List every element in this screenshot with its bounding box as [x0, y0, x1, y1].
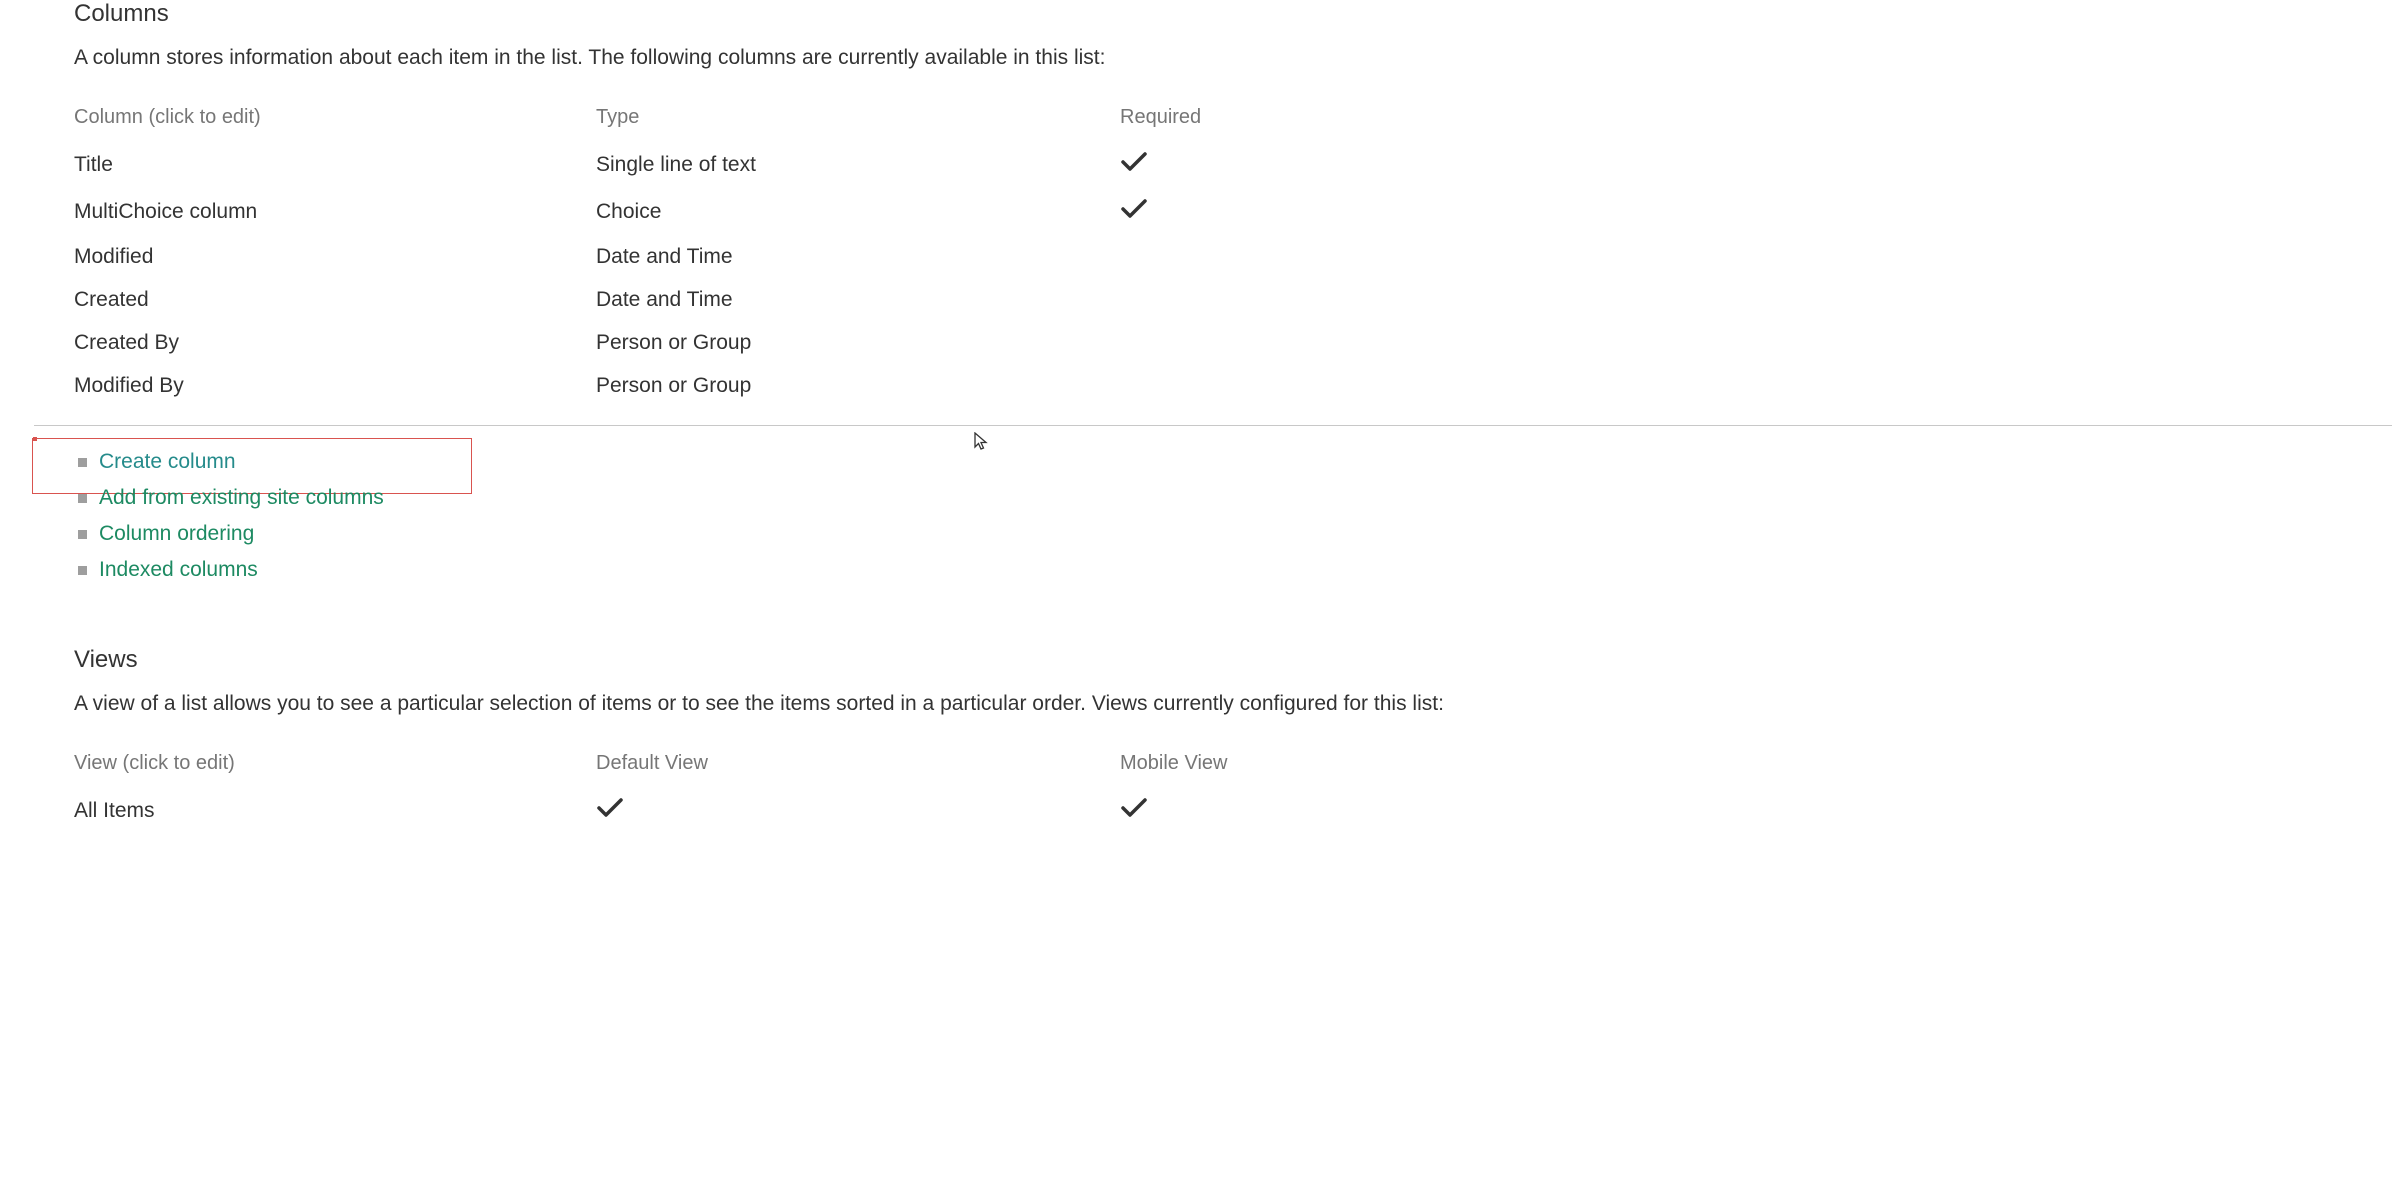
- column-name-link[interactable]: Title: [74, 153, 113, 176]
- action-item: Indexed columns: [74, 552, 2392, 588]
- views-header-mobile: Mobile View: [1120, 746, 2392, 789]
- columns-header-name: Column (click to edit): [74, 100, 596, 143]
- action-link[interactable]: Indexed columns: [99, 558, 258, 582]
- action-item: Create column: [74, 444, 2392, 480]
- column-name-link[interactable]: MultiChoice column: [74, 200, 257, 223]
- checkmark-icon: [1120, 801, 1148, 824]
- column-type-cell: Person or Group: [596, 366, 1120, 409]
- table-row: Created Date and Time: [74, 280, 2392, 323]
- views-table: View (click to edit) Default View Mobile…: [74, 746, 2392, 836]
- checkmark-icon: [1120, 155, 1148, 178]
- column-name-link[interactable]: Created By: [74, 331, 179, 354]
- column-type-cell: Single line of text: [596, 143, 1120, 190]
- bullet-icon: [78, 530, 87, 539]
- column-required-cell: [1120, 323, 2392, 366]
- section-divider: [34, 425, 2392, 426]
- columns-actions-list: Create column Add from existing site colu…: [74, 444, 2392, 588]
- columns-section-title: Columns: [74, 0, 2392, 28]
- table-row: Modified By Person or Group: [74, 366, 2392, 409]
- action-link[interactable]: Create column: [99, 450, 236, 474]
- action-link[interactable]: Add from existing site columns: [99, 486, 384, 510]
- column-required-cell: [1120, 237, 2392, 280]
- action-link[interactable]: Column ordering: [99, 522, 254, 546]
- bullet-icon: [78, 458, 87, 467]
- column-type-cell: Choice: [596, 190, 1120, 237]
- column-required-cell: [1120, 366, 2392, 409]
- bullet-icon: [78, 494, 87, 503]
- column-required-cell: [1120, 190, 2392, 237]
- column-type-cell: Person or Group: [596, 323, 1120, 366]
- view-mobile-cell: [1120, 789, 2392, 836]
- table-row: MultiChoice column Choice: [74, 190, 2392, 237]
- action-item: Column ordering: [74, 516, 2392, 552]
- view-name-link[interactable]: All Items: [74, 799, 155, 822]
- table-row: Modified Date and Time: [74, 237, 2392, 280]
- column-name-link[interactable]: Modified By: [74, 374, 184, 397]
- column-required-cell: [1120, 280, 2392, 323]
- view-default-cell: [596, 789, 1120, 836]
- columns-header-required: Required: [1120, 100, 2392, 143]
- table-row: Title Single line of text: [74, 143, 2392, 190]
- views-section-description: A view of a list allows you to see a par…: [74, 692, 2392, 716]
- checkmark-icon: [596, 801, 624, 824]
- column-type-cell: Date and Time: [596, 280, 1120, 323]
- columns-header-type: Type: [596, 100, 1120, 143]
- views-header-default: Default View: [596, 746, 1120, 789]
- table-row: All Items: [74, 789, 2392, 836]
- columns-section-description: A column stores information about each i…: [74, 46, 2392, 70]
- column-name-link[interactable]: Modified: [74, 245, 153, 268]
- column-required-cell: [1120, 143, 2392, 190]
- column-type-cell: Date and Time: [596, 237, 1120, 280]
- table-row: Created By Person or Group: [74, 323, 2392, 366]
- checkmark-icon: [1120, 202, 1148, 225]
- views-header-name: View (click to edit): [74, 746, 596, 789]
- bullet-icon: [78, 566, 87, 575]
- columns-table: Column (click to edit) Type Required Tit…: [74, 100, 2392, 409]
- views-section-title: Views: [74, 646, 2392, 674]
- column-name-link[interactable]: Created: [74, 288, 149, 311]
- action-item: Add from existing site columns: [74, 480, 2392, 516]
